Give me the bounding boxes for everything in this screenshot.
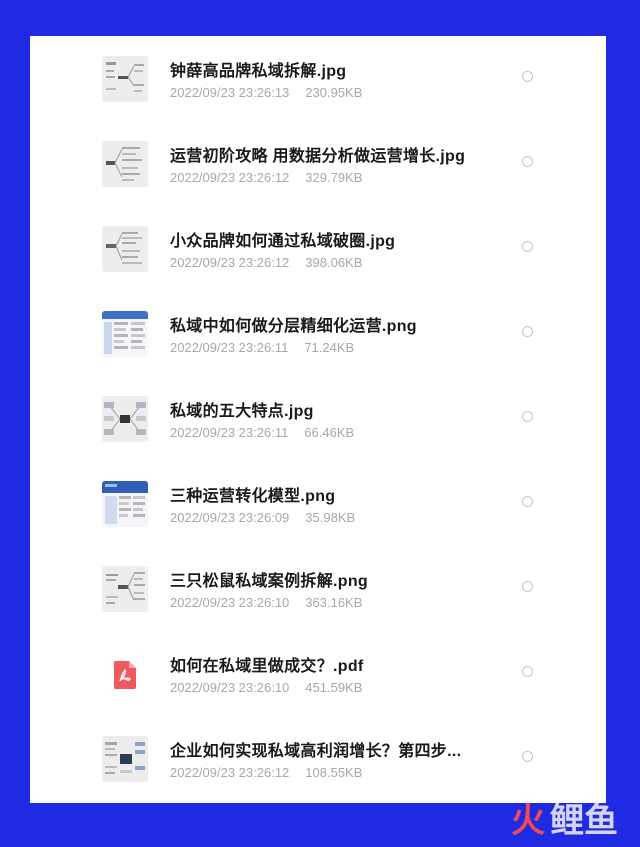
- pdf-icon: [114, 661, 136, 689]
- file-size: 451.59KB: [305, 680, 363, 695]
- table-thumbnail-icon: [102, 481, 148, 527]
- file-meta: 2022/09/23 23:26:09 35.98KB: [170, 510, 355, 525]
- brand-watermark: 火 鲤鱼: [511, 799, 618, 843]
- file-row[interactable]: 钟薛高品牌私域拆解.jpg 2022/09/23 23:26:13 230.95K…: [30, 36, 606, 121]
- file-row[interactable]: 运营初阶攻略 用数据分析做运营增长.jpg 2022/09/23 23:26:1…: [30, 121, 606, 206]
- mindmap-thumbnail-icon: [102, 56, 148, 102]
- file-date: 2022/09/23 23:26:09: [170, 510, 290, 525]
- file-size: 66.46KB: [304, 425, 355, 440]
- file-date: 2022/09/23 23:26:11: [170, 425, 289, 440]
- watermark-text: 鲤鱼: [550, 801, 618, 841]
- file-meta: 2022/09/23 23:26:12 108.55KB: [170, 765, 362, 780]
- file-name: 三只松鼠私域案例拆解.png: [170, 573, 368, 590]
- select-radio[interactable]: [522, 751, 533, 762]
- file-row[interactable]: 小众品牌如何通过私域破圈.jpg 2022/09/23 23:26:12 398.…: [30, 206, 606, 291]
- file-date: 2022/09/23 23:26:12: [170, 170, 290, 185]
- select-radio[interactable]: [522, 411, 533, 422]
- file-name: 钟薛高品牌私域拆解.jpg: [170, 63, 347, 80]
- file-size: 35.98KB: [305, 510, 356, 525]
- select-radio[interactable]: [522, 71, 533, 82]
- file-row[interactable]: 三只松鼠私域案例拆解.png 2022/09/23 23:26:10 363.16…: [30, 546, 606, 631]
- file-date: 2022/09/23 23:26:11: [170, 340, 289, 355]
- file-meta: 2022/09/23 23:26:10 451.59KB: [170, 680, 362, 695]
- file-name: 如何在私域里做成交？.pdf: [170, 658, 364, 675]
- file-row[interactable]: 如何在私域里做成交？.pdf 2022/09/23 23:26:10 451.59…: [30, 631, 606, 716]
- file-meta: 2022/09/23 23:26:11 66.46KB: [170, 425, 354, 440]
- file-meta: 2022/09/23 23:26:10 363.16KB: [170, 595, 362, 610]
- table-thumbnail-icon: [102, 311, 148, 357]
- file-row[interactable]: 企业如何实现私域高利润增长？第四步... 2022/09/23 23:26:12…: [30, 716, 606, 801]
- file-date: 2022/09/23 23:26:12: [170, 765, 290, 780]
- file-name: 企业如何实现私域高利润增长？第四步...: [170, 743, 462, 760]
- file-size: 108.55KB: [305, 765, 363, 780]
- file-date: 2022/09/23 23:26:12: [170, 255, 290, 270]
- file-date: 2022/09/23 23:26:10: [170, 680, 290, 695]
- file-meta: 2022/09/23 23:26:12 329.79KB: [170, 170, 362, 185]
- file-name: 运营初阶攻略 用数据分析做运营增长.jpg: [170, 148, 466, 165]
- file-list-panel: 钟薛高品牌私域拆解.jpg 2022/09/23 23:26:13 230.95K…: [30, 36, 606, 803]
- mindmap-thumbnail-icon: [102, 566, 148, 612]
- file-date: 2022/09/23 23:26:10: [170, 595, 290, 610]
- file-size: 71.24KB: [304, 340, 355, 355]
- file-date: 2022/09/23 23:26:13: [170, 85, 290, 100]
- select-radio[interactable]: [522, 496, 533, 507]
- file-meta: 2022/09/23 23:26:12 398.06KB: [170, 255, 362, 270]
- select-radio[interactable]: [522, 156, 533, 167]
- select-radio[interactable]: [522, 326, 533, 337]
- file-size: 329.79KB: [305, 170, 363, 185]
- diagram-thumbnail-icon: [102, 736, 148, 782]
- file-name: 私域的五大特点.jpg: [170, 403, 314, 420]
- watermark-mark: 火: [511, 801, 546, 841]
- file-size: 398.06KB: [305, 255, 363, 270]
- file-size: 363.16KB: [305, 595, 363, 610]
- file-name: 三种运营转化模型.png: [170, 488, 336, 505]
- file-name: 小众品牌如何通过私域破圈.jpg: [170, 233, 396, 250]
- select-radio[interactable]: [522, 666, 533, 677]
- file-meta: 2022/09/23 23:26:13 230.95KB: [170, 85, 362, 100]
- mindmap-thumbnail-icon: [102, 141, 148, 187]
- file-size: 230.95KB: [305, 85, 363, 100]
- mindmap-thumbnail-icon: [102, 226, 148, 272]
- select-radio[interactable]: [522, 581, 533, 592]
- file-meta: 2022/09/23 23:26:11 71.24KB: [170, 340, 354, 355]
- file-name: 私域中如何做分层精细化运营.png: [170, 318, 417, 335]
- file-row[interactable]: 私域的五大特点.jpg 2022/09/23 23:26:11 66.46KB: [30, 376, 606, 461]
- diagram-thumbnail-icon: [102, 396, 148, 442]
- file-row[interactable]: 三种运营转化模型.png 2022/09/23 23:26:09 35.98KB: [30, 461, 606, 546]
- file-row[interactable]: 私域中如何做分层精细化运营.png 2022/09/23 23:26:11 71.…: [30, 291, 606, 376]
- select-radio[interactable]: [522, 241, 533, 252]
